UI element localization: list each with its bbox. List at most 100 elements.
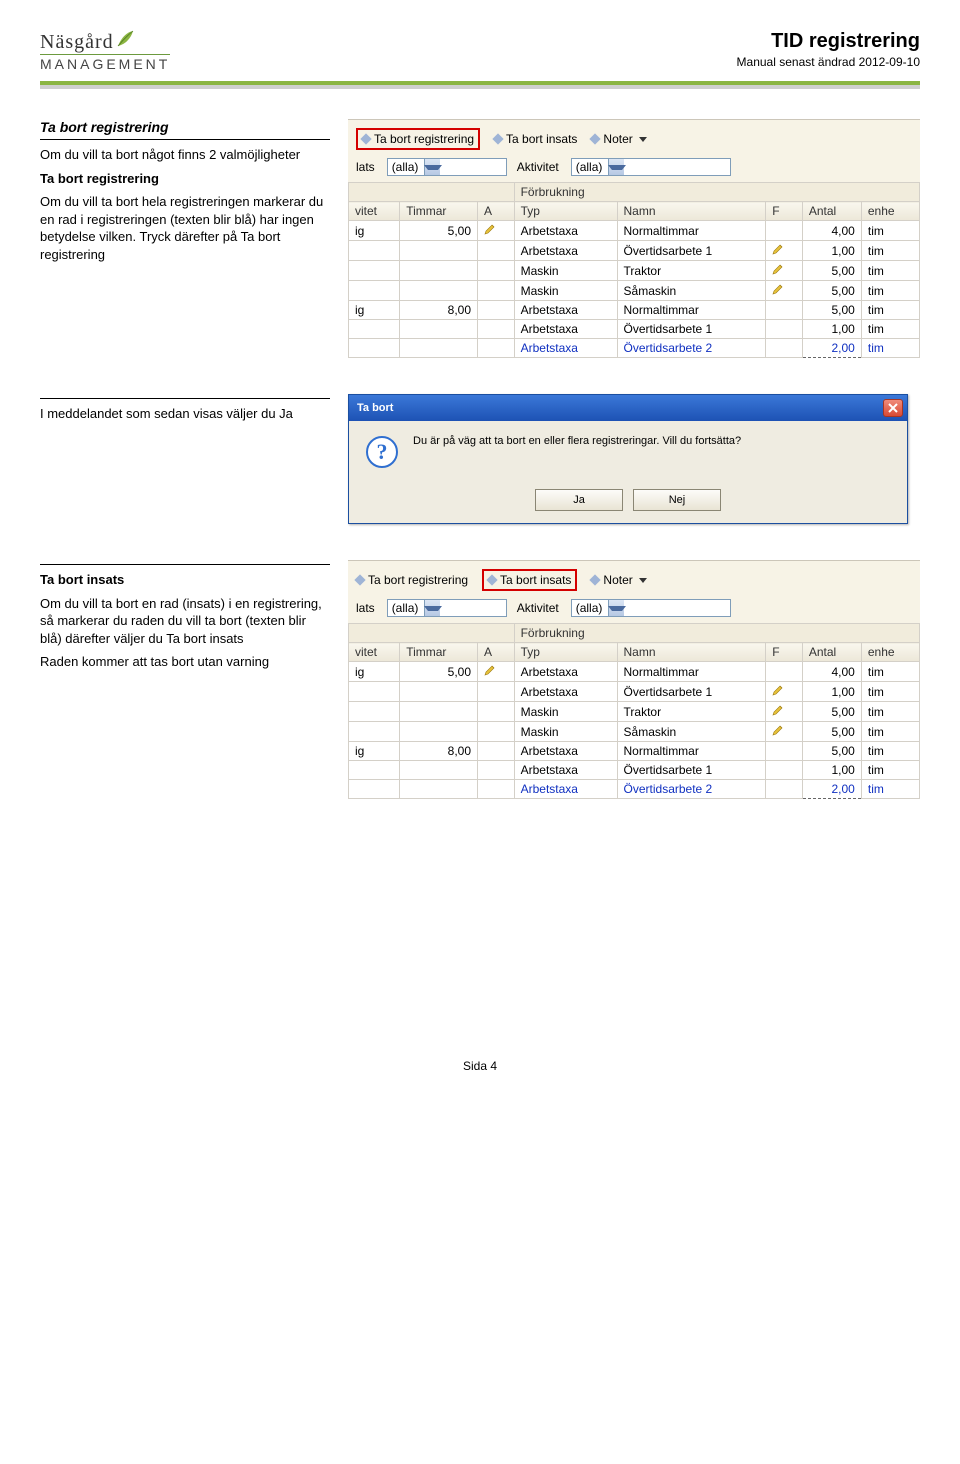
cell[interactable]	[478, 761, 515, 780]
cell[interactable]: Arbetstaxa	[514, 339, 617, 358]
cell[interactable]: ig	[349, 221, 400, 241]
toolbar-item[interactable]: Ta bort registrering	[356, 128, 480, 150]
cell[interactable]: Normaltimmar	[617, 742, 766, 761]
table-row[interactable]: ig5,00ArbetstaxaNormaltimmar4,00tim	[349, 221, 920, 241]
cell[interactable]	[766, 261, 803, 281]
column-header[interactable]: Namn	[617, 643, 766, 662]
column-header[interactable]: enhe	[861, 643, 919, 662]
cell[interactable]: Arbetstaxa	[514, 241, 617, 261]
cell[interactable]	[400, 682, 478, 702]
filter-combo-aktivitet[interactable]: (alla)	[571, 158, 731, 176]
cell[interactable]: Övertidsarbete 1	[617, 320, 766, 339]
cell[interactable]: 2,00	[802, 780, 861, 799]
toolbar-item[interactable]: Noter	[591, 132, 646, 146]
cell[interactable]: Arbetstaxa	[514, 301, 617, 320]
cell[interactable]	[478, 320, 515, 339]
dialog-titlebar[interactable]: Ta bort	[349, 395, 907, 421]
cell[interactable]	[766, 702, 803, 722]
filter-combo-plats[interactable]: (alla)	[387, 599, 507, 617]
toolbar-item[interactable]: Ta bort insats	[494, 132, 577, 146]
cell[interactable]	[766, 241, 803, 261]
cell[interactable]	[349, 320, 400, 339]
cell[interactable]: tim	[861, 761, 919, 780]
table-row[interactable]: ArbetstaxaÖvertidsarbete 11,00tim	[349, 682, 920, 702]
toolbar-item[interactable]: Ta bort registrering	[356, 573, 468, 587]
cell[interactable]: Såmaskin	[617, 281, 766, 301]
cell[interactable]	[349, 281, 400, 301]
cell[interactable]: Maskin	[514, 281, 617, 301]
cell[interactable]: tim	[861, 742, 919, 761]
cell[interactable]: 5,00	[802, 301, 861, 320]
toolbar-item[interactable]: Noter	[591, 573, 646, 587]
cell[interactable]: 8,00	[400, 301, 478, 320]
cell[interactable]: 1,00	[802, 761, 861, 780]
cell[interactable]	[478, 742, 515, 761]
cell[interactable]: 5,00	[802, 722, 861, 742]
cell[interactable]	[400, 281, 478, 301]
cell[interactable]	[349, 702, 400, 722]
cell[interactable]	[400, 320, 478, 339]
chevron-down-icon[interactable]	[608, 600, 624, 616]
column-header[interactable]: Antal	[802, 643, 861, 662]
cell[interactable]: 8,00	[400, 742, 478, 761]
table-row[interactable]: MaskinTraktor5,00tim	[349, 261, 920, 281]
cell[interactable]	[400, 261, 478, 281]
cell[interactable]: 4,00	[802, 662, 861, 682]
cell[interactable]	[766, 281, 803, 301]
data-grid[interactable]: FörbrukningvitetTimmarATypNamnFAntalenhe…	[348, 623, 920, 799]
cell[interactable]: 5,00	[802, 261, 861, 281]
cell[interactable]: tim	[861, 241, 919, 261]
cell[interactable]: ig	[349, 742, 400, 761]
table-row[interactable]: MaskinSåmaskin 5,00tim	[349, 281, 920, 301]
cell[interactable]	[766, 320, 803, 339]
filter-combo-plats[interactable]: (alla)	[387, 158, 507, 176]
cell[interactable]	[400, 761, 478, 780]
column-header[interactable]: A	[478, 202, 515, 221]
column-header[interactable]: Typ	[514, 202, 617, 221]
table-row[interactable]: ArbetstaxaÖvertidsarbete 11,00tim	[349, 241, 920, 261]
cell[interactable]	[349, 682, 400, 702]
cell[interactable]: tim	[861, 261, 919, 281]
chevron-down-icon[interactable]	[608, 159, 624, 175]
cell[interactable]	[400, 702, 478, 722]
cell[interactable]	[766, 780, 803, 799]
cell[interactable]: Traktor	[617, 261, 766, 281]
column-header[interactable]: F	[766, 643, 803, 662]
cell[interactable]	[478, 722, 515, 742]
cell[interactable]	[766, 761, 803, 780]
chevron-down-icon[interactable]	[424, 600, 440, 616]
table-row[interactable]: ArbetstaxaÖvertidsarbete 22,00tim	[349, 339, 920, 358]
cell[interactable]: tim	[861, 780, 919, 799]
cell[interactable]: Övertidsarbete 1	[617, 682, 766, 702]
cell[interactable]: 5,00	[802, 281, 861, 301]
cell[interactable]	[400, 241, 478, 261]
cell[interactable]	[349, 339, 400, 358]
cell[interactable]	[766, 682, 803, 702]
toolbar-item[interactable]: Ta bort insats	[482, 569, 577, 591]
cell[interactable]: Övertidsarbete 2	[617, 780, 766, 799]
cell[interactable]	[400, 722, 478, 742]
cell[interactable]	[349, 241, 400, 261]
cell[interactable]: Normaltimmar	[617, 662, 766, 682]
cell[interactable]: Traktor	[617, 702, 766, 722]
cell[interactable]	[478, 662, 515, 682]
cell[interactable]	[349, 761, 400, 780]
cell[interactable]	[766, 301, 803, 320]
cell[interactable]: tim	[861, 281, 919, 301]
column-header[interactable]: vitet	[349, 202, 400, 221]
column-header[interactable]: Timmar	[400, 202, 478, 221]
no-button[interactable]: Nej	[633, 489, 721, 511]
cell[interactable]: tim	[861, 301, 919, 320]
cell[interactable]: Maskin	[514, 702, 617, 722]
cell[interactable]: ig	[349, 662, 400, 682]
cell[interactable]	[478, 241, 515, 261]
cell[interactable]	[349, 261, 400, 281]
table-row[interactable]: ArbetstaxaÖvertidsarbete 11,00tim	[349, 320, 920, 339]
cell[interactable]: tim	[861, 702, 919, 722]
cell[interactable]: Arbetstaxa	[514, 780, 617, 799]
cell[interactable]	[478, 301, 515, 320]
cell[interactable]: 1,00	[802, 682, 861, 702]
cell[interactable]: Normaltimmar	[617, 301, 766, 320]
cell[interactable]: tim	[861, 221, 919, 241]
table-row[interactable]: ig5,00ArbetstaxaNormaltimmar4,00tim	[349, 662, 920, 682]
